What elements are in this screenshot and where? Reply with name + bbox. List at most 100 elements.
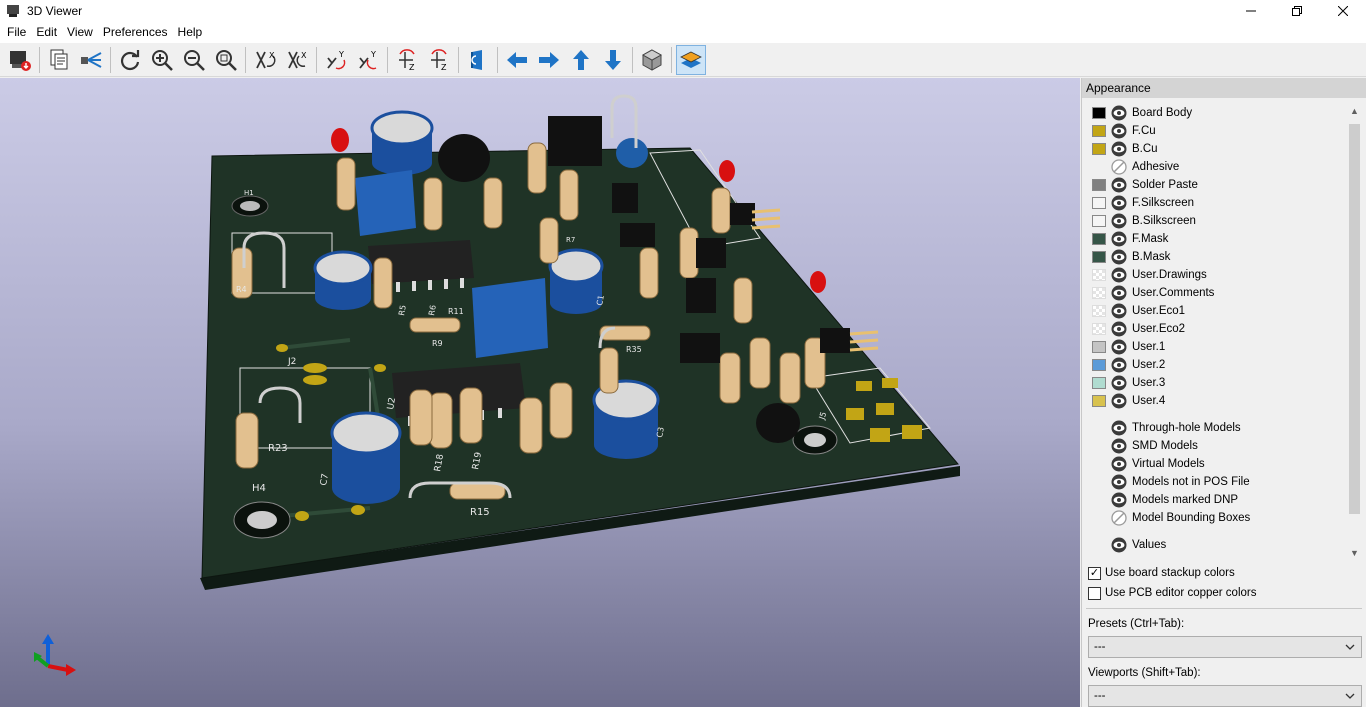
- layer-row[interactable]: User.2: [1082, 356, 1346, 374]
- layer-row[interactable]: F.Silkscreen: [1082, 194, 1346, 212]
- scroll-down-icon[interactable]: ▼: [1349, 548, 1360, 560]
- hidden-icon[interactable]: [1111, 159, 1127, 175]
- ortho-view-button[interactable]: [637, 45, 667, 75]
- menu-edit[interactable]: Edit: [31, 22, 62, 43]
- eye-icon[interactable]: [1111, 285, 1127, 301]
- eye-icon[interactable]: [1111, 123, 1127, 139]
- eye-icon[interactable]: [1111, 456, 1127, 472]
- layer-row[interactable]: Solder Paste: [1082, 176, 1346, 194]
- reload-button[interactable]: [115, 45, 145, 75]
- eye-icon[interactable]: [1111, 195, 1127, 211]
- eye-icon[interactable]: [1111, 438, 1127, 454]
- menu-view[interactable]: View: [62, 22, 98, 43]
- layer-row[interactable]: Through-hole Models: [1082, 419, 1346, 437]
- layer-row[interactable]: Virtual Models: [1082, 455, 1346, 473]
- color-swatch[interactable]: [1092, 197, 1106, 209]
- rotate-z-ccw-button[interactable]: Z: [424, 45, 454, 75]
- use-pcb-copper-colors-row[interactable]: Use PCB editor copper colors: [1088, 584, 1256, 602]
- color-swatch[interactable]: [1092, 233, 1106, 245]
- eye-icon[interactable]: [1111, 141, 1127, 157]
- flip-board-button[interactable]: [463, 45, 493, 75]
- layer-row[interactable]: B.Cu: [1082, 140, 1346, 158]
- color-swatch[interactable]: [1092, 107, 1106, 119]
- eye-icon[interactable]: [1111, 267, 1127, 283]
- pcb-3d-render[interactable]: H1 H4 J2 R4 R5 R6 R7 R9 R11 R15 R18 R19 …: [0, 78, 1080, 707]
- use-stackup-colors-checkbox[interactable]: ✓: [1088, 566, 1101, 580]
- layer-row[interactable]: User.Eco1: [1082, 302, 1346, 320]
- eye-icon[interactable]: [1111, 474, 1127, 490]
- color-swatch[interactable]: [1092, 341, 1106, 353]
- color-swatch[interactable]: [1092, 215, 1106, 227]
- color-swatch[interactable]: [1092, 359, 1106, 371]
- color-swatch[interactable]: [1092, 179, 1106, 191]
- layer-row[interactable]: SMD Models: [1082, 437, 1346, 455]
- use-pcb-copper-colors-checkbox[interactable]: [1088, 586, 1101, 600]
- layer-row[interactable]: Adhesive: [1082, 158, 1346, 176]
- eye-icon[interactable]: [1111, 321, 1127, 337]
- copy-image-button[interactable]: [44, 45, 74, 75]
- rotate-x-ccw-button[interactable]: X: [282, 45, 312, 75]
- layers-manager-button[interactable]: [676, 44, 706, 75]
- color-swatch[interactable]: [1092, 161, 1106, 173]
- zoom-in-button[interactable]: [147, 45, 177, 75]
- layer-row[interactable]: User.Eco2: [1082, 320, 1346, 338]
- move-down-button[interactable]: [598, 45, 628, 75]
- zoom-out-button[interactable]: [179, 45, 209, 75]
- presets-select[interactable]: ---: [1088, 636, 1362, 658]
- hidden-icon[interactable]: [1111, 510, 1127, 526]
- move-up-button[interactable]: [566, 45, 596, 75]
- eye-icon[interactable]: [1111, 339, 1127, 355]
- rotate-y-ccw-button[interactable]: Y: [353, 45, 383, 75]
- render-raytrace-button[interactable]: [5, 45, 35, 75]
- eye-icon[interactable]: [1111, 177, 1127, 193]
- layer-list[interactable]: Board Body F.Cu B.Cu Adhesive Solder Paste F.…: [1082, 104, 1346, 562]
- lighting-button[interactable]: [76, 45, 106, 75]
- layer-row[interactable]: F.Mask: [1082, 230, 1346, 248]
- move-right-button[interactable]: [534, 45, 564, 75]
- rotate-z-cw-button[interactable]: Z: [392, 45, 422, 75]
- layer-row[interactable]: User.Comments: [1082, 284, 1346, 302]
- color-swatch[interactable]: [1092, 377, 1106, 389]
- scrollbar-thumb[interactable]: [1349, 124, 1360, 514]
- layer-row[interactable]: Models marked DNP: [1082, 491, 1346, 509]
- eye-icon[interactable]: [1111, 537, 1127, 553]
- color-swatch[interactable]: [1092, 305, 1106, 317]
- rotate-x-cw-button[interactable]: X: [250, 45, 280, 75]
- eye-icon[interactable]: [1111, 213, 1127, 229]
- 3d-viewport[interactable]: H1 H4 J2 R4 R5 R6 R7 R9 R11 R15 R18 R19 …: [0, 78, 1080, 707]
- minimize-button[interactable]: [1228, 0, 1274, 22]
- layer-row[interactable]: User.1: [1082, 338, 1346, 356]
- layer-row[interactable]: Models not in POS File: [1082, 473, 1346, 491]
- close-button[interactable]: [1320, 0, 1366, 22]
- eye-icon[interactable]: [1111, 393, 1127, 409]
- color-swatch[interactable]: [1092, 395, 1106, 407]
- scroll-up-icon[interactable]: ▲: [1349, 106, 1360, 118]
- color-swatch[interactable]: [1092, 323, 1106, 335]
- eye-icon[interactable]: [1111, 492, 1127, 508]
- color-swatch[interactable]: [1092, 251, 1106, 263]
- layer-row[interactable]: B.Mask: [1082, 248, 1346, 266]
- color-swatch[interactable]: [1092, 269, 1106, 281]
- menu-file[interactable]: File: [2, 22, 31, 43]
- layer-row[interactable]: User.3: [1082, 374, 1346, 392]
- eye-icon[interactable]: [1111, 375, 1127, 391]
- restore-button[interactable]: [1274, 0, 1320, 22]
- eye-icon[interactable]: [1111, 303, 1127, 319]
- layer-list-scrollbar[interactable]: ▲ ▼: [1346, 104, 1363, 562]
- layer-row[interactable]: User.4: [1082, 392, 1346, 410]
- color-swatch[interactable]: [1092, 287, 1106, 299]
- zoom-fit-button[interactable]: [211, 45, 241, 75]
- eye-icon[interactable]: [1111, 420, 1127, 436]
- layer-row[interactable]: Board Body: [1082, 104, 1346, 122]
- menu-preferences[interactable]: Preferences: [98, 22, 173, 43]
- eye-icon[interactable]: [1111, 105, 1127, 121]
- menu-help[interactable]: Help: [173, 22, 208, 43]
- layer-row[interactable]: Model Bounding Boxes: [1082, 509, 1346, 527]
- layer-row[interactable]: User.Drawings: [1082, 266, 1346, 284]
- layer-row[interactable]: F.Cu: [1082, 122, 1346, 140]
- move-left-button[interactable]: [502, 45, 532, 75]
- eye-icon[interactable]: [1111, 249, 1127, 265]
- use-stackup-colors-row[interactable]: ✓ Use board stackup colors: [1088, 564, 1235, 582]
- eye-icon[interactable]: [1111, 357, 1127, 373]
- layer-row[interactable]: Values: [1082, 536, 1346, 554]
